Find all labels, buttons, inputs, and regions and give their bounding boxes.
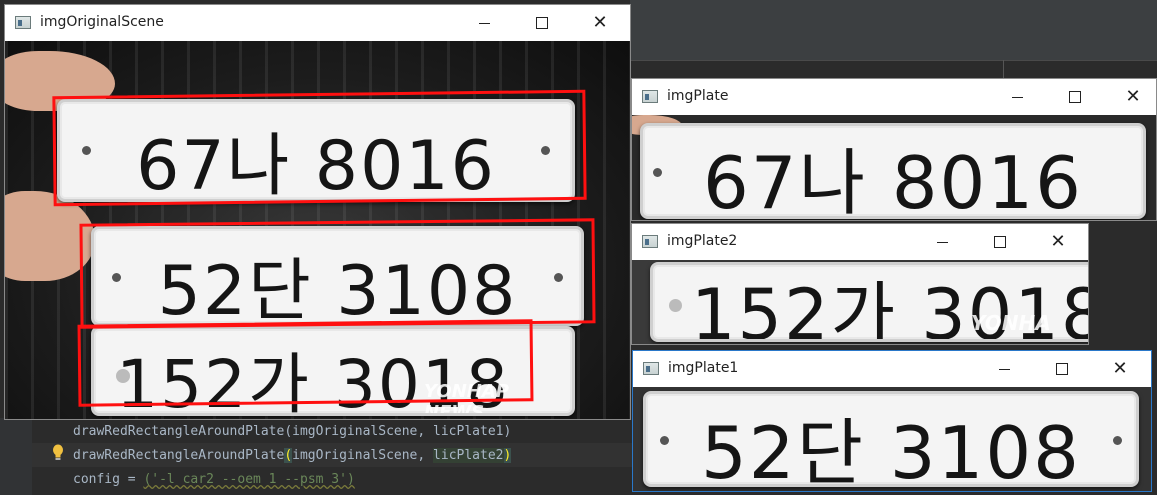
window-original-scene[interactable]: imgOriginalScene ✕ 67나 8016 52단 3108 152…	[4, 4, 631, 420]
detection-box-top	[52, 89, 587, 207]
code-line-2[interactable]: drawRedRectangleAroundPlate(imgOriginalS…	[73, 448, 512, 463]
scene-image: 67나 8016 52단 3108 152가 3018 YONHAP NEWS	[5, 41, 630, 419]
watermark: YONHA	[971, 311, 1051, 335]
maximize-button[interactable]	[530, 11, 554, 35]
window-title: imgPlate1	[668, 360, 739, 376]
maximize-button[interactable]	[988, 230, 1012, 254]
maximize-button[interactable]	[1063, 85, 1087, 109]
minimize-button[interactable]	[931, 230, 955, 254]
app-icon	[15, 16, 31, 29]
window-title: imgPlate	[667, 88, 729, 104]
titlebar[interactable]: imgPlate2 ✕	[632, 224, 1088, 260]
plate1-image: 52단 3108	[633, 387, 1151, 491]
code-string: ('-l car2 --oem 1 --psm 3')	[143, 472, 355, 487]
ide-tab-strip	[630, 32, 1157, 61]
detection-box-bottom	[77, 319, 534, 407]
plate-crop-middle: 52단 3108	[643, 391, 1139, 487]
code-assign: config =	[73, 472, 144, 487]
plate2-image: 152가 3018 YONHA	[632, 260, 1088, 344]
window-title: imgOriginalScene	[40, 14, 164, 30]
plate-image: 67나 8016	[632, 115, 1156, 220]
minimize-button[interactable]	[473, 11, 497, 35]
close-button[interactable]: ✕	[588, 11, 612, 35]
editor-gutter	[0, 418, 33, 495]
code-var: licPlate2	[433, 448, 504, 463]
app-icon	[643, 362, 659, 375]
code-line-3[interactable]: config = ('-l car2 --oem 1 --psm 3')	[73, 472, 355, 487]
code-arg: imgOriginalScene,	[292, 448, 434, 463]
close-button[interactable]: ✕	[1046, 230, 1070, 254]
code-line-1[interactable]: drawRedRectangleAroundPlate(imgOriginalS…	[73, 424, 511, 439]
titlebar[interactable]: imgOriginalScene ✕	[5, 5, 630, 41]
titlebar[interactable]: imgPlate1 ✕	[633, 351, 1151, 387]
titlebar[interactable]: imgPlate ✕	[632, 79, 1156, 115]
window-title: imgPlate2	[667, 233, 738, 249]
plate-crop-bottom: 152가 3018 YONHA	[650, 262, 1088, 342]
close-button[interactable]: ✕	[1121, 85, 1145, 109]
app-icon	[642, 90, 658, 103]
close-button[interactable]: ✕	[1108, 357, 1132, 381]
minimize-button[interactable]	[1006, 85, 1030, 109]
minimize-button[interactable]	[993, 357, 1017, 381]
code-paren-open: (	[284, 448, 293, 463]
window-img-plate1[interactable]: imgPlate1 ✕ 52단 3108	[632, 350, 1152, 492]
plate-number-crop1: 52단 3108	[701, 411, 1081, 487]
code-fn: drawRedRectangleAroundPlate	[73, 448, 285, 463]
plate-crop-top: 67나 8016	[640, 123, 1146, 219]
app-icon	[642, 235, 658, 248]
ide-divider	[1003, 60, 1004, 80]
code-paren-close: )	[503, 448, 512, 463]
detection-box-middle	[79, 218, 596, 329]
window-img-plate[interactable]: imgPlate ✕ 67나 8016	[631, 78, 1157, 221]
plate-number-crop: 67나 8016	[703, 141, 1083, 219]
lightbulb-icon[interactable]	[52, 444, 64, 462]
window-img-plate2[interactable]: imgPlate2 ✕ 152가 3018 YONHA	[631, 223, 1089, 345]
maximize-button[interactable]	[1050, 357, 1074, 381]
ide-toolbar	[630, 0, 1157, 33]
